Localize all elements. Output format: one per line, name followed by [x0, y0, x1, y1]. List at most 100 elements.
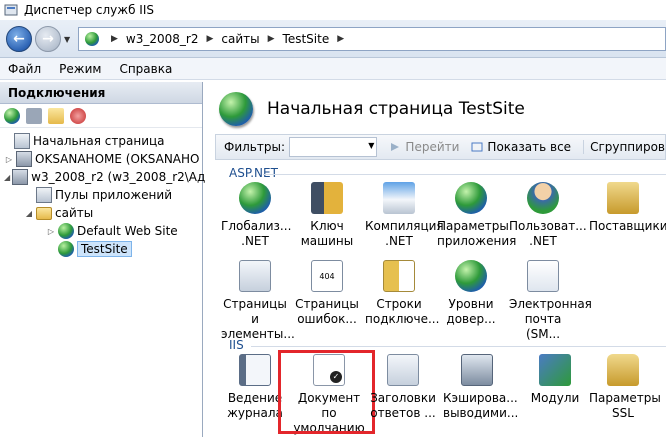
feature-application-settings[interactable]: Параметры приложения — [437, 182, 517, 249]
connections-toolbar — [0, 104, 202, 128]
site-globe-icon — [219, 92, 253, 126]
tree-label: Пулы приложений — [55, 188, 172, 202]
expand-icon[interactable]: ▷ — [46, 227, 56, 236]
tree-label: Default Web Site — [77, 224, 178, 238]
output-caching-icon — [461, 354, 493, 386]
tree-label: Начальная страница — [33, 134, 165, 148]
tile-label: Уровни — [448, 297, 494, 311]
feature-net-globalization[interactable]: Глобализ... .NET — [221, 182, 292, 249]
feature-modules[interactable]: Модули — [521, 354, 589, 406]
app-pools-icon — [36, 187, 52, 203]
expand-icon[interactable]: ▷ — [4, 155, 14, 164]
feature-http-response-headers[interactable]: Заголовки ответов ... — [369, 354, 437, 421]
trust-levels-icon — [455, 260, 487, 292]
response-headers-icon — [387, 354, 419, 386]
feature-net-users[interactable]: Пользоват... .NET — [509, 182, 587, 249]
tile-label: .NET — [529, 234, 557, 248]
feature-connection-strings[interactable]: Строки подключе... — [365, 260, 439, 327]
window-title: Диспетчер служб IIS — [24, 3, 154, 17]
feature-output-caching[interactable]: Кэширова... выводими... — [443, 354, 519, 421]
chevron-down-icon[interactable]: ▼ — [368, 141, 374, 150]
tile-label: Страницы — [295, 297, 359, 311]
breadcrumb-separator-icon: ▶ — [337, 34, 345, 44]
tree-node-oksanahome[interactable]: ▷ OKSANAHOME (OKSANAHO — [0, 150, 202, 168]
go-button[interactable]: Перейти — [389, 140, 459, 154]
modules-icon — [539, 354, 571, 386]
tile-label: выводими... — [443, 406, 519, 420]
save-icon[interactable] — [26, 107, 42, 124]
tile-label: ответов ... — [370, 406, 436, 420]
go-label: Перейти — [405, 140, 460, 154]
group-iis-label: IIS — [229, 338, 244, 352]
history-dropdown-icon[interactable]: ▼ — [64, 35, 70, 44]
feature-trust-levels[interactable]: Уровни довер... — [437, 260, 505, 327]
site-globe-icon — [58, 241, 74, 257]
tree-node-app-pools[interactable]: Пулы приложений — [0, 186, 202, 204]
tile-label: Компиляция — [365, 219, 444, 233]
tile-label: Глобализ... — [221, 219, 292, 233]
connect-icon[interactable] — [4, 107, 20, 124]
feature-error-pages[interactable]: 404 Страницы ошибок... — [293, 260, 361, 327]
connection-strings-icon — [383, 260, 415, 292]
tree-node-testsite[interactable]: TestSite — [0, 240, 202, 258]
filter-label: Фильтры: — [224, 140, 285, 154]
menu-view[interactable]: Режим — [59, 62, 101, 76]
group-by-label: Сгруппиров — [590, 140, 665, 154]
address-field[interactable]: ▶ w3_2008_r2 ▶ сайты ▶ TestSite ▶ — [78, 27, 666, 51]
breadcrumb-separator-icon: ▶ — [206, 34, 214, 44]
tile-label: SSL — [612, 406, 634, 420]
feature-machine-key[interactable]: Ключ машины — [293, 182, 361, 249]
sites-folder-icon — [36, 206, 52, 220]
tree-node-w3-server[interactable]: ◢ w3_2008_r2 (w3_2008_r2\Адм — [0, 168, 214, 186]
site-globe-icon — [58, 223, 74, 239]
connections-header: Подключения — [0, 82, 202, 104]
forward-button[interactable]: → — [35, 26, 61, 52]
server-icon — [12, 169, 29, 185]
breadcrumb-separator-icon: ▶ — [267, 34, 275, 44]
menu-file[interactable]: Файл — [8, 62, 41, 76]
iis-manager-icon — [4, 4, 18, 16]
breadcrumb-testsite[interactable]: TestSite — [283, 32, 330, 46]
tile-label: Кэширова... — [443, 391, 518, 405]
start-page-icon — [14, 133, 30, 149]
collapse-icon[interactable]: ◢ — [4, 173, 10, 182]
tile-label: приложения — [437, 234, 517, 248]
tree-node-default-web-site[interactable]: ▷ Default Web Site — [0, 222, 202, 240]
title-bar: Диспетчер служб IIS — [0, 0, 666, 20]
feature-smtp-email[interactable]: Электронная почта (SM... — [509, 260, 592, 342]
tile-label: Параметры — [589, 391, 661, 405]
back-button[interactable]: ← — [6, 26, 32, 52]
forward-arrow-icon: → — [42, 31, 54, 47]
up-folder-icon[interactable] — [48, 107, 64, 124]
app-settings-icon — [455, 182, 487, 214]
page-title: Начальная страница TestSite — [267, 99, 525, 119]
group-by-button[interactable]: Сгруппиров — [583, 140, 665, 154]
breadcrumb-sites[interactable]: сайты — [221, 32, 259, 46]
tree-label: w3_2008_r2 (w3_2008_r2\Адм — [31, 170, 215, 184]
tile-label: Параметры — [437, 219, 509, 233]
features-pane: Начальная страница TestSite Фильтры: ▼ П… — [205, 82, 666, 437]
tile-label: ошибок... — [297, 312, 357, 326]
tree-node-sites[interactable]: ◢ сайты — [0, 204, 202, 222]
group-divider — [263, 174, 666, 175]
feature-ssl-settings[interactable]: Параметры SSL — [589, 354, 661, 421]
feature-pages-and-controls[interactable]: Страницы и элементы... — [221, 260, 295, 342]
tile-label: почта (SM... — [524, 312, 562, 341]
show-all-button[interactable]: Показать все — [471, 140, 571, 154]
menu-help[interactable]: Справка — [119, 62, 172, 76]
feature-providers[interactable]: Поставщики — [589, 182, 666, 234]
feature-net-compilation[interactable]: Компиляция .NET — [365, 182, 444, 249]
tree-label: OKSANAHOME (OKSANAHO — [35, 152, 200, 166]
collapse-icon[interactable]: ◢ — [24, 209, 34, 218]
globe-icon — [239, 182, 271, 214]
tree-node-start-page[interactable]: Начальная страница — [0, 132, 202, 150]
breadcrumb-server[interactable]: w3_2008_r2 — [126, 32, 199, 46]
providers-icon — [607, 182, 639, 214]
disconnect-icon[interactable] — [70, 107, 86, 124]
tile-label: Электронная — [509, 297, 592, 311]
tile-label: машины — [300, 234, 354, 248]
key-icon — [311, 182, 343, 214]
show-all-icon — [471, 142, 483, 152]
filter-input[interactable]: ▼ — [289, 137, 378, 157]
filter-bar: Фильтры: ▼ Перейти Показать все Сгруппир… — [215, 134, 666, 160]
